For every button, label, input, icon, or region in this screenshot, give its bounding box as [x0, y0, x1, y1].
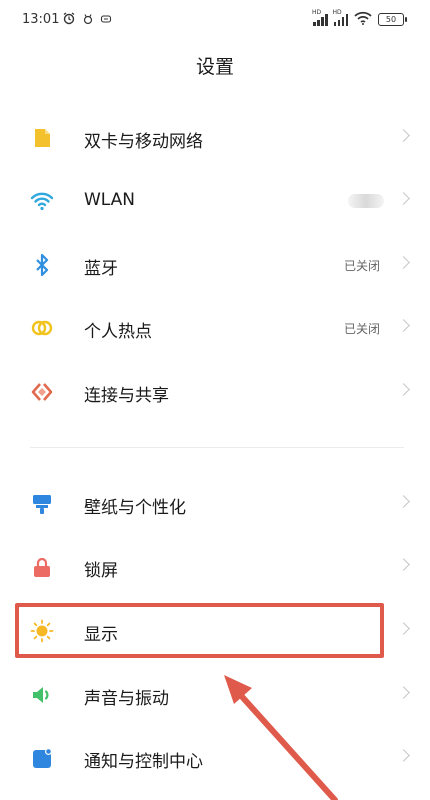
annotation-arrow [224, 675, 338, 800]
